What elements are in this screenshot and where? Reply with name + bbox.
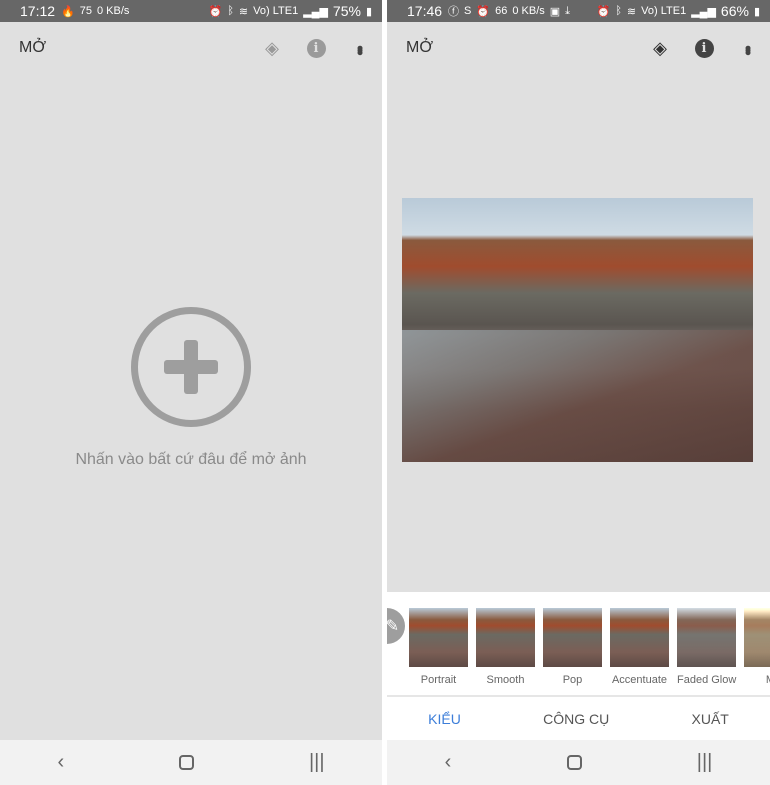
app-toolbar: MỞ ◈ i ••• — [0, 22, 382, 74]
app-toolbar: MỞ ◈ i ••• — [387, 22, 770, 74]
alarm-icon: ⏰ — [596, 5, 611, 18]
filter-thumbnail — [409, 608, 468, 667]
wifi-icon: ≋ — [626, 5, 637, 18]
bluetooth-icon: ᛒ — [615, 5, 622, 17]
more-menu-button[interactable]: ••• — [338, 26, 382, 70]
bottom-tabs: KIỂU CÔNG CỤ XUẤT — [387, 697, 770, 740]
open-button[interactable]: MỞ — [19, 39, 46, 57]
info-icon: i — [694, 38, 714, 58]
recents-icon[interactable]: ||| — [309, 751, 325, 774]
layers-undo-icon[interactable]: ◈ — [638, 26, 682, 70]
tab-styles[interactable]: KIỂU — [428, 711, 461, 727]
phone-screen-editor: 17:46 ⓕ S ⏰ 66 0 KB/s ▣ ⤓ ⏰ ᛒ ≋ Vo) LTE1… — [387, 0, 770, 785]
layers-undo-icon[interactable]: ◈ — [250, 26, 294, 70]
battery-level: 75% — [332, 3, 361, 19]
filter-label: Accentuate — [611, 674, 668, 686]
filter-faded-glow[interactable]: Faded Glow — [677, 608, 736, 686]
open-button[interactable]: MỞ — [406, 39, 433, 57]
volte-label: Vo) LTE1 — [253, 5, 299, 17]
alarm-icon: ⏰ — [208, 5, 223, 18]
filter-thumbnail — [677, 608, 736, 667]
battery-icon: ▮ — [365, 5, 372, 18]
add-image-icon[interactable] — [131, 307, 251, 427]
volte-label: Vo) LTE1 — [641, 5, 687, 17]
more-menu-button[interactable]: ••• — [726, 26, 770, 70]
filter-thumbnail — [543, 608, 602, 667]
bottom-panel: ✎ Portrait Smooth Pop Accentuate Faded G… — [387, 592, 770, 740]
status-bar: 17:46 ⓕ S ⏰ 66 0 KB/s ▣ ⤓ ⏰ ᛒ ≋ Vo) LTE1… — [387, 0, 770, 22]
download-icon: ⤓ — [565, 4, 571, 17]
clock: 17:12 — [20, 3, 56, 19]
data-usage-badge: 66 — [495, 5, 508, 17]
edit-pencil-button[interactable]: ✎ — [387, 608, 405, 644]
more-vert-icon: ••• — [350, 44, 370, 52]
system-nav-bar: ‹ ||| — [0, 740, 382, 785]
signal-icon: ▂▄▆ — [691, 5, 716, 18]
more-vert-icon: ••• — [738, 44, 758, 52]
bluetooth-icon: ᛒ — [227, 5, 234, 17]
signal-icon: ▂▄▆ — [303, 5, 328, 18]
filter-label: Mo — [744, 674, 770, 686]
filter-accentuate[interactable]: Accentuate — [610, 608, 669, 686]
image-icon: ▣ — [549, 5, 561, 18]
filter-list: Portrait Smooth Pop Accentuate Faded Glo… — [409, 608, 770, 686]
data-usage-badge: 75 — [79, 5, 92, 17]
phone-screen-empty: 17:12 🔥 75 0 KB/s ⏰ ᛒ ≋ Vo) LTE1 ▂▄▆ 75%… — [0, 0, 382, 785]
tab-export[interactable]: XUẤT — [692, 711, 729, 727]
status-bar: 17:12 🔥 75 0 KB/s ⏰ ᛒ ≋ Vo) LTE1 ▂▄▆ 75%… — [0, 0, 382, 22]
back-icon[interactable]: ‹ — [445, 751, 452, 774]
facebook-icon: ⓕ — [448, 6, 460, 18]
tab-tools[interactable]: CÔNG CỤ — [543, 711, 609, 727]
back-icon[interactable]: ‹ — [57, 751, 64, 774]
filter-label: Portrait — [420, 674, 457, 686]
info-icon: i — [306, 38, 326, 58]
filter-more[interactable]: Mo — [744, 608, 770, 686]
system-nav-bar: ‹ ||| — [387, 740, 770, 785]
shopping-icon: S — [464, 5, 472, 17]
open-image-hint[interactable]: Nhấn vào bất cứ đâu để mở ảnh — [0, 451, 382, 469]
home-icon[interactable] — [566, 755, 582, 770]
flame-icon: 🔥 — [61, 5, 75, 18]
filter-smooth[interactable]: Smooth — [476, 608, 535, 686]
filter-thumbnail — [476, 608, 535, 667]
photo-preview[interactable] — [402, 198, 753, 462]
clock: 17:46 — [407, 3, 443, 19]
battery-level: 66% — [720, 3, 749, 19]
alarm-icon: ⏰ — [476, 5, 491, 18]
filter-thumbnail — [744, 608, 770, 667]
filter-portrait[interactable]: Portrait — [409, 608, 468, 686]
filter-pop[interactable]: Pop — [543, 608, 602, 686]
info-button[interactable]: i — [682, 26, 726, 70]
home-icon[interactable] — [179, 755, 195, 770]
filter-label: Faded Glow — [677, 674, 737, 686]
network-speed: 0 KB/s — [97, 5, 130, 17]
recents-icon[interactable]: ||| — [697, 751, 713, 774]
filter-label: Smooth — [486, 674, 525, 686]
battery-icon: ▮ — [753, 5, 760, 18]
network-speed: 0 KB/s — [512, 5, 545, 17]
filter-thumbnail — [610, 608, 669, 667]
filter-label: Pop — [562, 674, 583, 686]
wifi-icon: ≋ — [238, 5, 249, 18]
info-button[interactable]: i — [294, 26, 338, 70]
